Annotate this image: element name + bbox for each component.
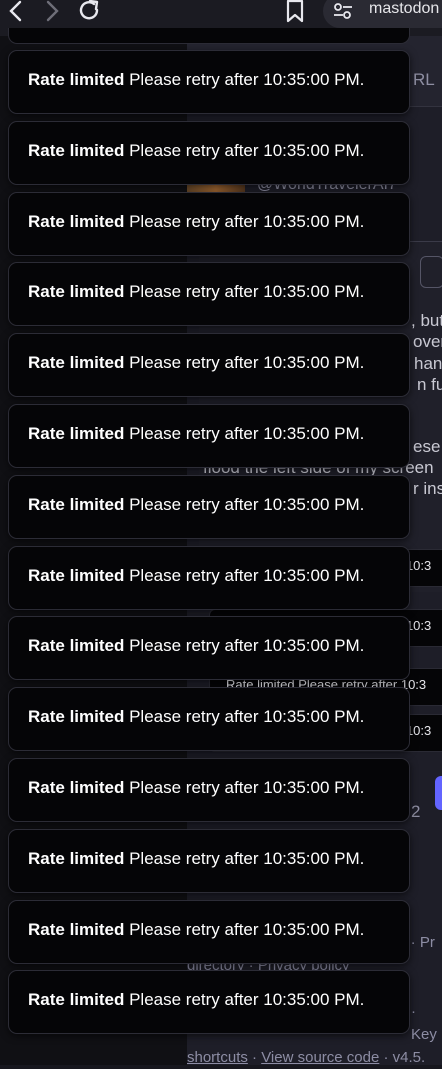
toast-text: Rate limited Please retry after 10:35:00… — [28, 282, 364, 302]
partial-counter: 2 — [411, 802, 421, 821]
footer-line: shortcuts · View source code · v4.5. — [187, 1049, 426, 1066]
toast-text: Rate limited Please retry after 10:35:00… — [28, 778, 364, 798]
url-text: mastodon — [369, 0, 440, 17]
toast-text: Rate limited Please retry after 10:35:00… — [28, 212, 364, 232]
post-line: r ins — [413, 479, 442, 498]
site-settings-icon[interactable] — [333, 2, 353, 20]
toast-message: Please retry after 10:35:00 PM. — [129, 778, 365, 797]
rate-limit-toast[interactable]: Rate limited Please retry after 10:35:00… — [8, 333, 410, 397]
toast-text: Rate limited Please retry after 10:35:00… — [28, 353, 364, 373]
toast-title: Rate limited — [28, 990, 125, 1009]
toast-message: Please retry after 10:35:00 PM. — [129, 141, 365, 160]
chevron-left-icon — [9, 0, 22, 22]
toast-text: Rate limited Please retry after 10:35:00… — [28, 636, 364, 656]
toast-title: Rate limited — [28, 636, 125, 655]
reload-icon — [79, 0, 99, 20]
toast-title: Rate limited — [28, 707, 125, 726]
toast-title: Rate limited — [28, 920, 125, 939]
toast-title: Rate limited — [28, 424, 125, 443]
action-button[interactable] — [435, 776, 442, 810]
chevron-right-icon — [46, 0, 59, 22]
toast-message: Please retry after 10:35:00 PM. — [129, 920, 365, 939]
keyboard-shortcuts-link[interactable]: shortcuts — [187, 1049, 248, 1066]
toast-text: Rate limited Please retry after 10:35:00… — [28, 566, 364, 586]
post-chip[interactable] — [420, 256, 442, 288]
rate-limit-toast[interactable]: Rate limited Please retry after 10:35:00… — [8, 546, 410, 610]
rate-limit-toast[interactable]: Rate limited Please retry after 10:35:00… — [8, 262, 410, 326]
toast-text: Rate limited Please retry after 10:35:00… — [28, 707, 364, 727]
rate-limit-toast[interactable]: Rate limited Please retry after 10:35:00… — [8, 616, 410, 680]
rate-limit-toast[interactable]: Rate limited Please retry after 10:35:00… — [8, 687, 410, 751]
toast-title: Rate limited — [28, 566, 125, 585]
toast-text: Rate limited Please retry after 10:35:00… — [28, 920, 364, 940]
toast-title: Rate limited — [28, 212, 125, 231]
bookmark-button[interactable] — [281, 0, 309, 24]
toast-title: Rate limited — [28, 778, 125, 797]
view-source-link[interactable]: View source code — [261, 1049, 379, 1066]
rate-limit-toast[interactable]: Rate limited Please retry after 10:35:00… — [8, 404, 410, 468]
rate-limit-toast[interactable]: Rate limited Please retry after 10:35:00… — [8, 50, 410, 114]
rate-limit-toast[interactable]: Rate limited Please retry after 10:35:00… — [8, 192, 410, 256]
toast-text: Rate limited Please retry after 10:35:00… — [28, 424, 364, 444]
bookmark-icon — [286, 0, 304, 23]
toast-text: Rate limited Please retry after 10:35:00… — [28, 990, 364, 1010]
address-bar[interactable]: mastodon — [323, 0, 442, 28]
post-line: han t — [414, 354, 442, 373]
toast-message: Please retry after 10:35:00 PM. — [129, 990, 365, 1009]
toast-title: Rate limited — [28, 141, 125, 160]
forward-button[interactable] — [38, 0, 66, 24]
toast-message: Please retry after 10:35:00 PM. — [129, 636, 365, 655]
partial-toast-top — [8, 28, 410, 44]
rate-limit-toast[interactable]: Rate limited Please retry after 10:35:00… — [8, 829, 410, 893]
reload-button[interactable] — [76, 0, 104, 24]
toast-message: Please retry after 10:35:00 PM. — [129, 495, 365, 514]
post-line: ese th — [413, 437, 442, 456]
toast-message: Please retry after 10:35:00 PM. — [129, 70, 365, 89]
toast-message: Please retry after 10:35:00 PM. — [129, 282, 365, 301]
toast-title: Rate limited — [28, 70, 125, 89]
rate-limit-toast[interactable]: Rate limited Please retry after 10:35:00… — [8, 758, 410, 822]
toast-title: Rate limited — [28, 495, 125, 514]
toast-text: Rate limited Please retry after 10:35:00… — [28, 849, 364, 869]
header-fragment: RL — [413, 70, 435, 89]
post-line: , but — [411, 311, 442, 330]
back-button[interactable] — [2, 0, 30, 24]
toast-title: Rate limited — [28, 353, 125, 372]
toast-message: Please retry after 10:35:00 PM. — [129, 212, 365, 231]
rate-limit-toast[interactable]: Rate limited Please retry after 10:35:00… — [8, 970, 410, 1034]
toast-message: Please retry after 10:35:00 PM. — [129, 424, 365, 443]
toast-title: Rate limited — [28, 282, 125, 301]
toast-message: Please retry after 10:35:00 PM. — [129, 849, 365, 868]
toast-message: Please retry after 10:35:00 PM. — [129, 707, 365, 726]
toast-text: Rate limited Please retry after 10:35:00… — [28, 495, 364, 515]
post-line: over. — [413, 332, 442, 351]
toast-message: Please retry after 10:35:00 PM. — [129, 353, 365, 372]
version-text: · v4.5. — [383, 1049, 426, 1066]
rate-limit-toast[interactable]: Rate limited Please retry after 10:35:00… — [8, 900, 410, 964]
toast-text: Rate limited Please retry after 10:35:00… — [28, 141, 364, 161]
toast-text: Rate limited Please retry after 10:35:00… — [28, 70, 364, 90]
toast-message: Please retry after 10:35:00 PM. — [129, 566, 365, 585]
post-line: n fu — [417, 375, 442, 394]
toast-title: Rate limited — [28, 849, 125, 868]
rate-limit-toast[interactable]: Rate limited Please retry after 10:35:00… — [8, 475, 410, 539]
rate-limit-toast[interactable]: Rate limited Please retry after 10:35:00… — [8, 121, 410, 185]
